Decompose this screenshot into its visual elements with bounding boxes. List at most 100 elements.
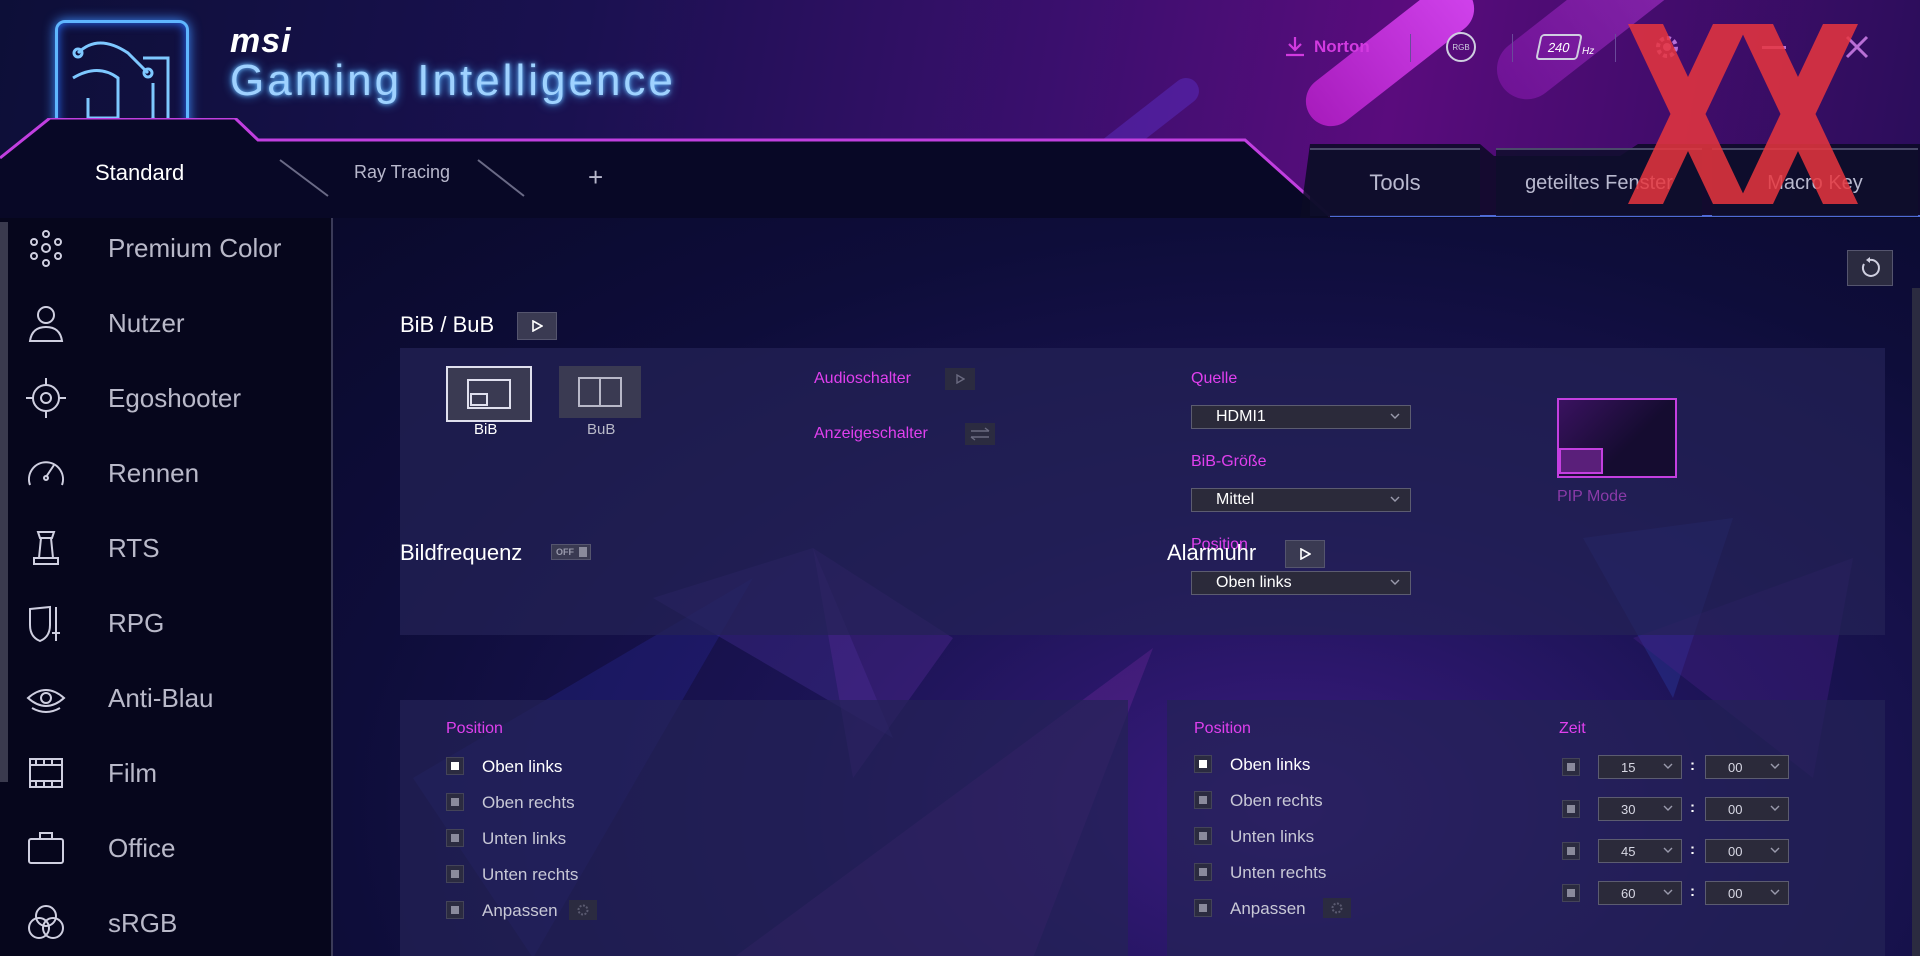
sidebar-label: Office: [108, 832, 176, 863]
time-separator: :: [1690, 841, 1695, 858]
sidebar-item-shooter[interactable]: Egoshooter: [24, 368, 324, 428]
refresh-rate-button[interactable]: 240 Hz: [1535, 30, 1594, 64]
audio-switch-button[interactable]: [945, 368, 975, 390]
sidebar-scrollbar[interactable]: [0, 222, 8, 782]
alarm-time-label: Zeit: [1559, 720, 1586, 737]
chevron-down-icon: [1663, 847, 1673, 853]
chess-piece-icon: [33, 531, 59, 565]
time-separator: :: [1690, 757, 1695, 774]
alarm-seconds-select[interactable]: 00: [1705, 839, 1789, 863]
play-icon: [1300, 548, 1311, 560]
alarm-option-checkbox[interactable]: [1194, 755, 1212, 773]
chevron-down-icon: [1770, 889, 1780, 895]
chevron-down-icon: [1663, 805, 1673, 811]
framerate-option-label: Oben rechts: [482, 793, 575, 812]
rgb-button[interactable]: RGB: [1446, 30, 1476, 64]
premium-color-icon: [30, 230, 62, 267]
alarm-custom-settings-button[interactable]: [1323, 898, 1351, 918]
alarm-option-label: Oben rechts: [1230, 791, 1323, 810]
sidebar-item-user[interactable]: Nutzer: [24, 293, 324, 353]
time-separator: :: [1690, 883, 1695, 900]
framerate-custom-settings-button[interactable]: [569, 900, 597, 920]
pip-size-value: Mittel: [1216, 491, 1255, 508]
pip-mode-bib-button[interactable]: [446, 366, 532, 422]
tab-ray-tracing[interactable]: Ray Tracing: [354, 162, 450, 183]
alarm-option-checkbox[interactable]: [1194, 863, 1212, 881]
alarm-option-checkbox[interactable]: [1194, 791, 1212, 809]
display-switch-button[interactable]: [965, 423, 995, 445]
tab-add-button[interactable]: +: [588, 162, 603, 193]
sidebar-item-movie[interactable]: Film: [24, 743, 324, 803]
framerate-option-checkbox[interactable]: [446, 865, 464, 883]
sidebar-label: Film: [108, 757, 158, 788]
alarm-section-title: Alarmuhr: [1167, 540, 1257, 565]
sidebar-item-premium-color[interactable]: Premium Color: [24, 218, 324, 278]
alarm-minutes-select[interactable]: 15: [1598, 755, 1682, 779]
alarm-position-label: Position: [1194, 720, 1251, 737]
pip-toggle-button[interactable]: [517, 312, 557, 340]
pip-mode-bib-label: BiB: [474, 421, 498, 438]
tab-standard[interactable]: Standard: [95, 160, 184, 186]
alarm-time-checkbox[interactable]: [1562, 758, 1580, 776]
chevron-down-icon: [1770, 805, 1780, 811]
pip-position-select[interactable]: Oben links: [1191, 571, 1411, 595]
sidebar-item-racing[interactable]: Rennen: [24, 443, 324, 503]
pbp-layout-icon: [578, 377, 622, 407]
display-switch-label: Anzeigeschalter: [814, 425, 928, 442]
norton-label: Norton: [1314, 37, 1370, 56]
framerate-option-label: Oben links: [482, 757, 563, 776]
norton-download-button[interactable]: Norton: [1282, 30, 1370, 64]
alarm-seconds-select[interactable]: 00: [1705, 797, 1789, 821]
alarm-minutes-select[interactable]: 30: [1598, 797, 1682, 821]
sidebar-item-rpg[interactable]: RPG: [24, 593, 324, 653]
header-separator: [1410, 34, 1411, 62]
sidebar-label: Premium Color: [108, 232, 282, 263]
framerate-toggle[interactable]: OFF: [551, 544, 591, 560]
reset-button[interactable]: [1847, 250, 1893, 286]
briefcase-icon: [28, 832, 64, 864]
sidebar-label: sRGB: [108, 907, 178, 938]
main-scrollbar[interactable]: [1912, 288, 1920, 956]
framerate-option-checkbox[interactable]: [446, 901, 464, 919]
brand-title: Gaming Intelligence: [230, 56, 676, 105]
alarm-toggle-button[interactable]: [1285, 540, 1325, 568]
sidebar-item-srgb[interactable]: sRGB: [24, 893, 324, 953]
chevron-down-icon: [1663, 763, 1673, 769]
pip-mode-bub-button[interactable]: [559, 366, 641, 418]
pip-size-label: BiB-Größe: [1191, 453, 1267, 470]
framerate-option-checkbox[interactable]: [446, 757, 464, 775]
alarm-time-checkbox[interactable]: [1562, 884, 1580, 902]
swap-arrows-icon: [970, 427, 990, 441]
sidebar-item-office[interactable]: Office: [24, 818, 324, 878]
sidebar-label: Rennen: [108, 457, 200, 488]
framerate-option-label: Unten rechts: [482, 865, 579, 884]
source-value: HDMI1: [1216, 408, 1266, 425]
framerate-option-checkbox[interactable]: [446, 793, 464, 811]
alarm-minutes-select[interactable]: 45: [1598, 839, 1682, 863]
framerate-option-checkbox[interactable]: [446, 829, 464, 847]
sidebar-label: Nutzer: [108, 307, 185, 338]
reset-icon: [1861, 257, 1880, 277]
alarm-option-checkbox[interactable]: [1194, 827, 1212, 845]
alarm-option-label: Unten rechts: [1230, 863, 1327, 882]
source-select[interactable]: HDMI1: [1191, 405, 1411, 429]
alarm-seconds-select[interactable]: 00: [1705, 755, 1789, 779]
alarm-seconds-select[interactable]: 00: [1705, 881, 1789, 905]
alarm-minutes-select[interactable]: 60: [1598, 881, 1682, 905]
sidebar-item-anti-blue[interactable]: Anti-Blau: [24, 668, 324, 728]
tab-tools[interactable]: Tools: [1310, 148, 1480, 216]
alarm-option-label: Anpassen: [1230, 899, 1306, 918]
chevron-down-icon: [1663, 889, 1673, 895]
alarm-option-label: Unten links: [1230, 827, 1315, 846]
chevron-down-icon: [1390, 496, 1400, 502]
alarm-time-checkbox[interactable]: [1562, 800, 1580, 818]
pip-size-select[interactable]: Mittel: [1191, 488, 1411, 512]
sidebar-item-rts[interactable]: RTS: [24, 518, 324, 578]
audio-switch-label: Audioschalter: [814, 370, 911, 387]
play-icon: [956, 374, 965, 384]
time-separator: :: [1690, 799, 1695, 816]
header-separator: [1512, 34, 1513, 62]
alarm-time-checkbox[interactable]: [1562, 842, 1580, 860]
gear-icon: [577, 904, 589, 916]
alarm-option-checkbox[interactable]: [1194, 899, 1212, 917]
